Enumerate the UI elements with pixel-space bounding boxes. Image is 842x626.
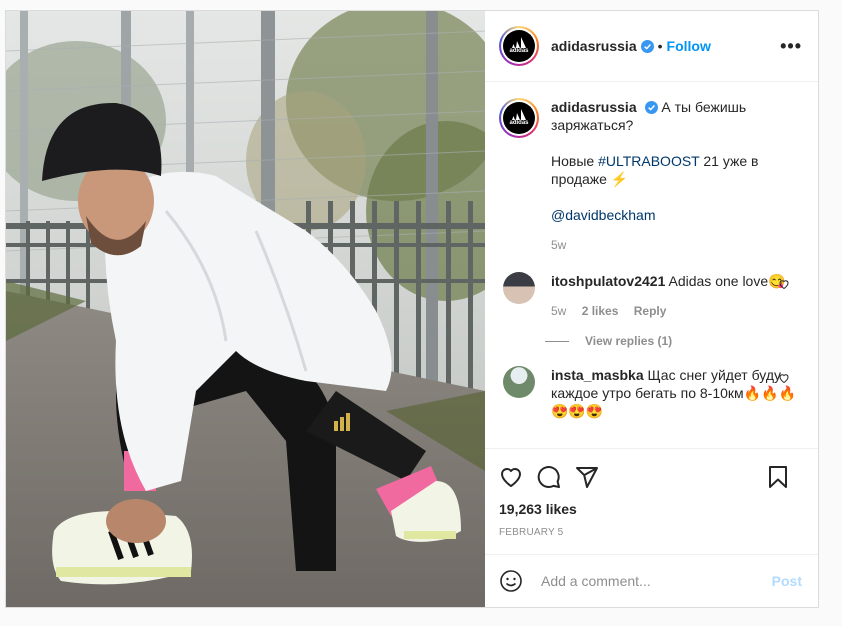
more-options-icon[interactable]: ••• [780, 36, 802, 57]
commenter-avatar[interactable] [503, 366, 535, 398]
post-actions: 19,263 likes FEBRUARY 5 [485, 448, 818, 538]
caption-meta: 5w [551, 236, 802, 254]
caption: adidas adidasrussia А ты бежишь заряжать… [499, 98, 802, 254]
caption-line-2: Новые #ULTRABOOST 21 уже в продаже ⚡ [551, 152, 802, 188]
view-replies-button[interactable]: View replies (1) [545, 334, 802, 348]
adidas-logo-icon: adidas [503, 30, 535, 62]
post-photo[interactable] [6, 11, 485, 607]
like-heart-icon[interactable] [499, 465, 523, 489]
save-bookmark-icon[interactable] [766, 465, 790, 489]
comment-text: itoshpulatov2421 Adidas one love😋 5w 2 l… [551, 272, 802, 320]
caption-avatar[interactable]: adidas [499, 98, 539, 138]
follow-button[interactable]: Follow [667, 38, 711, 54]
hashtag-link[interactable]: #ULTRABOOST [598, 153, 699, 169]
brand-wordmark: adidas [509, 120, 529, 126]
caption-line-2-prefix: Новые [551, 153, 599, 169]
brand-wordmark: adidas [509, 48, 529, 54]
comments-section[interactable]: adidas adidasrussia А ты бежишь заряжать… [485, 82, 818, 448]
share-paper-plane-icon[interactable] [575, 465, 599, 489]
avatar[interactable]: adidas [499, 26, 539, 66]
comment-likes[interactable]: 2 likes [582, 304, 619, 318]
view-replies-label: View replies (1) [585, 334, 673, 348]
action-icons [499, 457, 802, 497]
like-comment-heart-icon[interactable] [778, 372, 790, 384]
caption-text: adidasrussia А ты бежишь заряжаться? Нов… [551, 98, 802, 254]
comment-username[interactable]: itoshpulatov2421 [551, 273, 665, 289]
verified-badge-icon [640, 39, 654, 53]
comment-username[interactable]: insta_masbka [551, 367, 644, 383]
comment-row: itoshpulatov2421 Adidas one love😋 5w 2 l… [499, 272, 802, 320]
header-separator: • [657, 38, 663, 54]
adidas-logo-icon: adidas [503, 102, 535, 134]
photo-illustration [6, 11, 485, 607]
like-comment-heart-icon[interactable] [778, 278, 790, 290]
mention-link[interactable]: @davidbeckham [551, 206, 802, 224]
post-side-panel: adidas adidasrussia • Follow ••• adidas … [485, 11, 818, 607]
comment-body: Adidas one love😋 [668, 273, 786, 289]
add-comment-bar: Post [485, 554, 818, 607]
reply-button[interactable]: Reply [634, 304, 667, 318]
caption-time[interactable]: 5w [551, 238, 566, 252]
comment-text: insta_masbka Щас снег уйдет буду каждое … [551, 366, 802, 420]
post-header: adidas adidasrussia • Follow ••• [485, 11, 818, 82]
comment-input[interactable] [539, 572, 772, 590]
comment-bubble-icon[interactable] [537, 465, 561, 489]
caption-username[interactable]: adidasrussia [551, 99, 637, 115]
post-date[interactable]: FEBRUARY 5 [499, 527, 802, 538]
comment-row: insta_masbka Щас снег уйдет буду каждое … [499, 366, 802, 420]
comment-time[interactable]: 5w [551, 304, 566, 318]
likes-count[interactable]: 19,263 likes [499, 501, 802, 517]
comment-meta: 5w 2 likes Reply [551, 302, 802, 320]
verified-badge-icon [644, 101, 658, 114]
header-username[interactable]: adidasrussia [551, 38, 637, 54]
instagram-post: adidas adidasrussia • Follow ••• adidas … [5, 10, 819, 608]
commenter-avatar[interactable] [503, 272, 535, 304]
replies-divider [545, 340, 569, 342]
post-comment-button[interactable]: Post [772, 573, 802, 589]
emoji-icon[interactable] [499, 569, 523, 593]
